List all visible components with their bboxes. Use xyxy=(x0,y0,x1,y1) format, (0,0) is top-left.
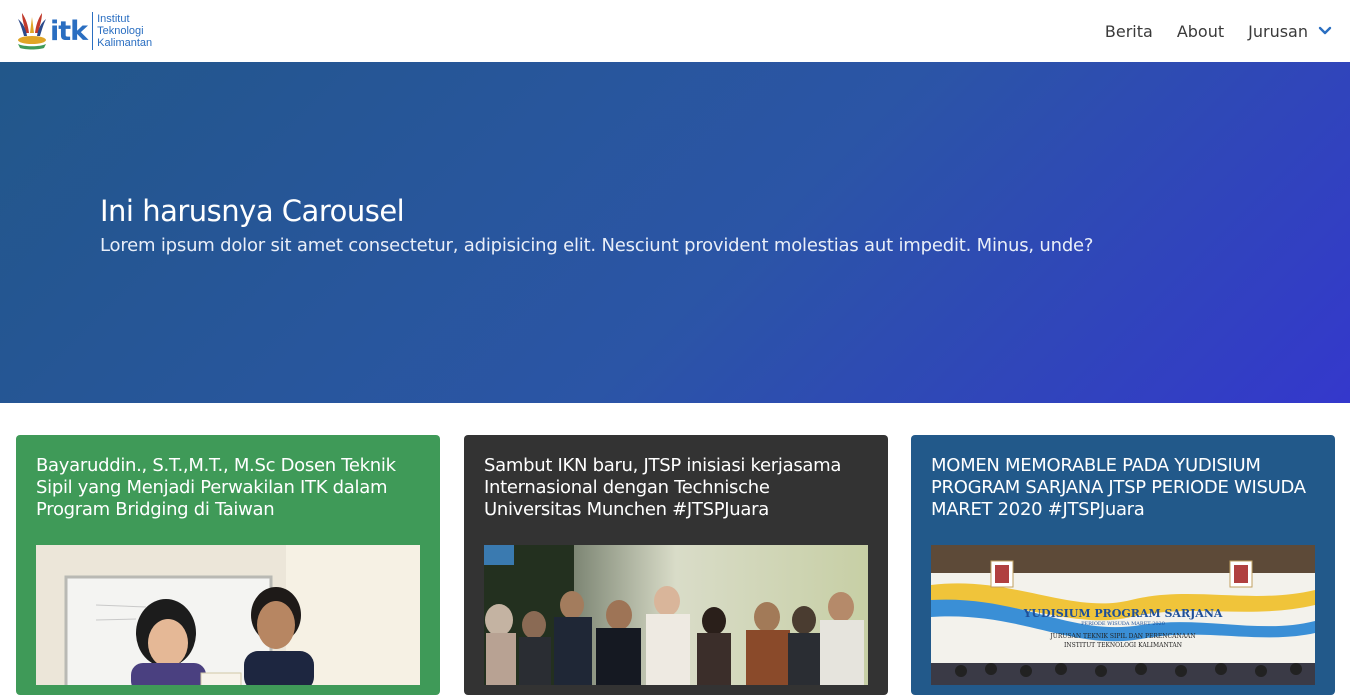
navbar: itk Institut Teknologi Kalimantan Berita… xyxy=(0,0,1350,62)
brand-logo-link[interactable]: itk Institut Teknologi Kalimantan xyxy=(14,0,152,62)
nav-item-jurusan-label: Jurusan xyxy=(1248,21,1308,41)
news-cards: Bayaruddin., S.T.,M.T., M.Sc Dosen Tekni… xyxy=(16,435,1335,695)
hero-carousel: Ini harusnya Carousel Lorem ipsum dolor … xyxy=(0,62,1350,403)
news-card-photo xyxy=(484,545,868,685)
yudisium-banner-title: YUDISIUM PROGRAM SARJANA xyxy=(1023,607,1223,620)
nav-menu: Berita About Jurusan xyxy=(1081,0,1336,62)
yudisium-banner-subtitle: PERIODE WISUDA MARET 2020 xyxy=(1081,621,1165,627)
brand-divider xyxy=(92,12,94,50)
hero-subtitle: Lorem ipsum dolor sit amet consectetur, … xyxy=(100,235,1094,256)
news-card[interactable]: Bayaruddin., S.T.,M.T., M.Sc Dosen Tekni… xyxy=(16,435,440,695)
news-card-title[interactable]: Sambut IKN baru, JTSP inisiasi kerjasama… xyxy=(484,455,868,545)
itk-emblem-icon xyxy=(18,13,46,50)
brand-itk-text: itk xyxy=(50,15,88,47)
news-card[interactable]: Sambut IKN baru, JTSP inisiasi kerjasama… xyxy=(464,435,888,695)
hero-title: Ini harusnya Carousel xyxy=(100,194,405,228)
news-card-title[interactable]: Bayaruddin., S.T.,M.T., M.Sc Dosen Tekni… xyxy=(36,455,420,545)
nav-item-about[interactable]: About xyxy=(1177,22,1224,41)
yudisium-banner-dept: JURUSAN TEKNIK SIPIL DAN PERENCANAAN xyxy=(1050,633,1196,640)
news-card-photo xyxy=(36,545,420,685)
chevron-down-icon xyxy=(1318,26,1332,35)
brand-line-1: Institut xyxy=(97,13,130,25)
news-card[interactable]: MOMEN MEMORABLE PADA YUDISIUM PROGRAM SA… xyxy=(911,435,1335,695)
nav-item-jurusan[interactable]: Jurusan xyxy=(1248,22,1332,41)
yudisium-banner-institute: INSTITUT TEKNOLOGI KALIMANTAN xyxy=(1064,642,1182,649)
nav-item-berita[interactable]: Berita xyxy=(1105,22,1153,41)
news-card-photo: YUDISIUM PROGRAM SARJANA PERIODE WISUDA … xyxy=(931,545,1315,685)
brand-line-2: Teknologi xyxy=(97,25,144,37)
brand-line-3: Kalimantan xyxy=(97,37,153,49)
news-card-title[interactable]: MOMEN MEMORABLE PADA YUDISIUM PROGRAM SA… xyxy=(931,455,1315,545)
brand-name: Institut Teknologi Kalimantan xyxy=(97,13,152,49)
